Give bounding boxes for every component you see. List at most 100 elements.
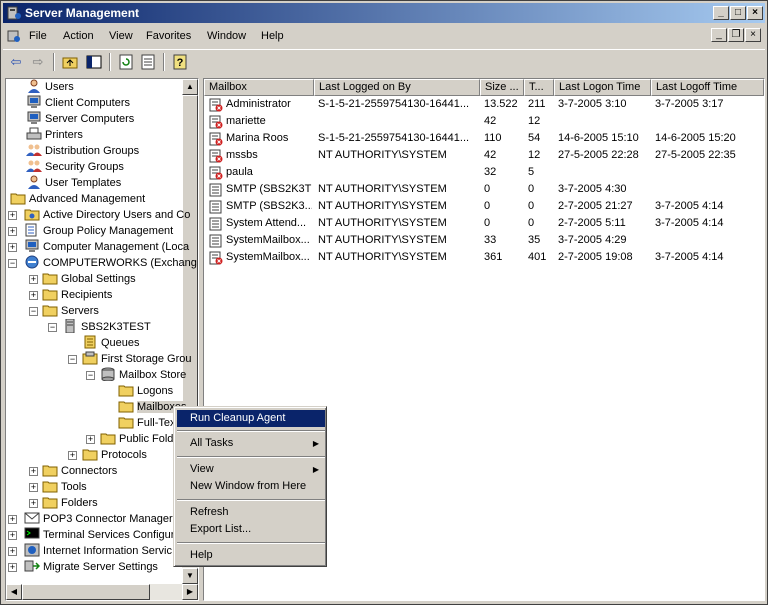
scroll-left-button[interactable]: ◀ (6, 584, 22, 600)
menu-file[interactable]: File (29, 30, 47, 42)
tree-item[interactable]: Public Folde (100, 431, 180, 447)
menu-window[interactable]: Window (207, 30, 246, 42)
tree-item[interactable]: Terminal Services Configura (24, 527, 181, 543)
console-tree[interactable]: ▲ ▼ ◀ ▶ Users Client Computers Server Comp… (5, 78, 199, 601)
collapse-icon[interactable]: − (29, 307, 38, 316)
child-minimize-button[interactable]: _ (711, 28, 727, 42)
tree-item[interactable]: Protocols (82, 447, 147, 463)
menu-item-view[interactable]: View ▶ (177, 461, 325, 478)
column-header-mailbox[interactable]: Mailbox (204, 79, 314, 96)
menu-item-export-list[interactable]: Export List... (177, 521, 325, 538)
tree-item[interactable]: Mailbox Store (100, 367, 186, 383)
close-button[interactable]: × (747, 6, 763, 20)
expand-icon[interactable]: + (29, 275, 38, 284)
table-row[interactable]: Marina Roos S-1-5-21-2559754130-16441... 1… (204, 130, 764, 147)
expand-icon[interactable]: + (8, 547, 17, 556)
expand-icon[interactable]: + (86, 435, 95, 444)
child-restore-button[interactable]: ❐ (728, 28, 744, 42)
child-window-icon[interactable] (6, 28, 22, 44)
maximize-button[interactable]: □ (730, 6, 746, 20)
tree-item[interactable]: Queues (82, 335, 140, 351)
tree-item[interactable]: Global Settings (42, 271, 136, 287)
table-row[interactable]: Administrator S-1-5-21-2559754130-16441..… (204, 96, 764, 113)
table-row[interactable]: SMTP (SBS2K3... NT AUTHORITY\SYSTEM 0 0 2-7-… (204, 198, 764, 215)
table-row[interactable]: paula 32 5 (204, 164, 764, 181)
expand-icon[interactable]: + (29, 291, 38, 300)
tree-item[interactable]: Logons (118, 383, 173, 399)
menu-item-all-tasks[interactable]: All Tasks ▶ (177, 435, 325, 452)
table-row[interactable]: SystemMailbox... NT AUTHORITY\SYSTEM 33 35 3… (204, 232, 764, 249)
column-header-total-items[interactable]: T... (524, 79, 554, 96)
menu-favorites[interactable]: Favorites (146, 30, 191, 42)
collapse-icon[interactable]: − (68, 355, 77, 364)
expand-icon[interactable]: + (29, 483, 38, 492)
table-row[interactable]: mssbs NT AUTHORITY\SYSTEM 42 12 27-5-2005 22… (204, 147, 764, 164)
column-header-last-logoff-time[interactable]: Last Logoff Time (651, 79, 764, 96)
scroll-up-button[interactable]: ▲ (182, 79, 198, 95)
help-icon[interactable]: ? (171, 53, 189, 71)
tree-item[interactable]: Recipients (42, 287, 112, 303)
tree-item[interactable]: SBS2K3TEST (62, 318, 151, 335)
tree-item[interactable]: Internet Information Servic (24, 543, 172, 559)
tree-item[interactable]: Computer Management (Loca (24, 239, 189, 255)
tree-item[interactable]: Tools (42, 479, 87, 495)
expand-icon[interactable]: + (68, 451, 77, 460)
tree-item[interactable]: User Templates (26, 175, 121, 191)
tree-item[interactable]: Migrate Server Settings (24, 559, 158, 575)
tree-item[interactable]: COMPUTERWORKS (Exchang (24, 255, 197, 271)
forward-arrow-icon[interactable]: ⇨ (29, 53, 47, 71)
tree-item[interactable]: Users (26, 79, 74, 95)
menu-action[interactable]: Action (63, 30, 94, 42)
expand-icon[interactable]: + (29, 499, 38, 508)
hscroll-thumb[interactable] (22, 584, 150, 600)
table-row[interactable]: mariette 42 12 (204, 113, 764, 130)
child-close-button[interactable]: × (745, 28, 761, 42)
table-row[interactable]: System Attend... NT AUTHORITY\SYSTEM 0 0 2-7… (204, 215, 764, 232)
tree-item[interactable]: Server Computers (26, 111, 134, 127)
tree-item[interactable]: Connectors (42, 463, 117, 479)
tree-item[interactable]: Client Computers (26, 95, 130, 111)
tree-item[interactable]: Full-Tex (118, 415, 176, 431)
column-header-last-logged-on-by[interactable]: Last Logged on By (314, 79, 480, 96)
menu-item-help[interactable]: Help (177, 547, 325, 564)
tree-item[interactable]: Group Policy Management (24, 223, 173, 239)
expand-icon[interactable]: + (8, 531, 17, 540)
show-hide-tree-icon[interactable] (85, 53, 103, 71)
tree-item[interactable]: POP3 Connector Manager (24, 511, 173, 527)
table-row[interactable]: SystemMailbox... NT AUTHORITY\SYSTEM 361 40… (204, 249, 764, 266)
menu-item-run-cleanup-agent[interactable]: Run Cleanup Agent (177, 410, 325, 427)
title-bar[interactable]: Server Management _ □ × (3, 3, 765, 23)
tree-item[interactable]: Folders (42, 495, 98, 511)
tree-horizontal-scrollbar[interactable]: ◀ ▶ (6, 584, 198, 600)
expand-icon[interactable]: + (29, 467, 38, 476)
menu-item-new-window-from-here[interactable]: New Window from Here (177, 478, 325, 495)
expand-icon[interactable]: + (8, 563, 17, 572)
back-arrow-icon[interactable]: ⇦ (7, 53, 25, 71)
menu-item-refresh[interactable]: Refresh (177, 504, 325, 521)
scroll-down-button[interactable]: ▼ (182, 568, 198, 584)
expand-icon[interactable]: + (8, 243, 17, 252)
column-header-size[interactable]: Size ... (480, 79, 524, 96)
tree-item[interactable]: Distribution Groups (26, 143, 139, 159)
menu-view[interactable]: View (109, 30, 133, 42)
expand-icon[interactable]: + (8, 515, 17, 524)
menu-help[interactable]: Help (261, 30, 284, 42)
export-list-icon[interactable] (139, 53, 157, 71)
up-folder-icon[interactable] (61, 53, 79, 71)
column-header-last-logon-time[interactable]: Last Logon Time (554, 79, 651, 96)
collapse-icon[interactable]: − (8, 259, 17, 268)
table-row[interactable]: SMTP (SBS2K3TES... NT AUTHORITY\SYSTEM 0 0 3… (204, 181, 764, 198)
scroll-right-button[interactable]: ▶ (182, 584, 198, 600)
tree-item[interactable]: Security Groups (26, 159, 124, 175)
collapse-icon[interactable]: − (86, 371, 95, 380)
expand-icon[interactable]: + (8, 227, 17, 236)
tree-item[interactable]: Active Directory Users and Co (24, 207, 190, 223)
tree-item[interactable]: Printers (26, 127, 83, 143)
tree-item[interactable]: Servers (42, 303, 99, 319)
tree-item[interactable]: First Storage Grou (82, 351, 191, 367)
collapse-icon[interactable]: − (48, 323, 57, 332)
expand-icon[interactable]: + (8, 211, 17, 220)
tree-item[interactable]: Advanced Management (10, 191, 145, 207)
minimize-button[interactable]: _ (713, 6, 729, 20)
refresh-icon[interactable] (117, 53, 135, 71)
